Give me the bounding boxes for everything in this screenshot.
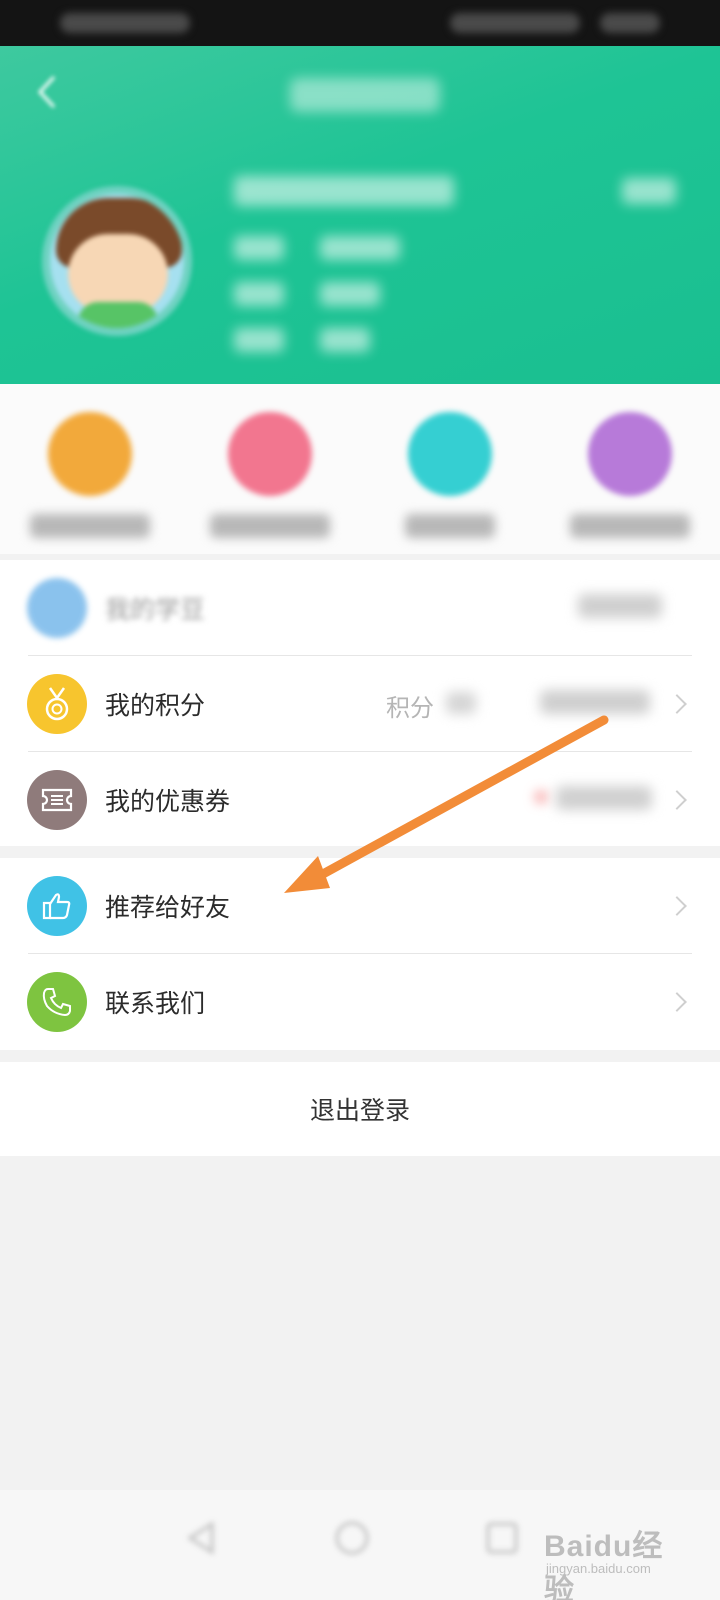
medal-icon bbox=[27, 674, 87, 734]
menu-item-recommend[interactable]: 推荐给好友 bbox=[0, 858, 720, 954]
quick-action-label bbox=[210, 514, 330, 538]
nav-recents-icon[interactable] bbox=[482, 1518, 522, 1558]
edit-link[interactable] bbox=[622, 178, 676, 204]
status-bar bbox=[0, 0, 720, 46]
quick-actions bbox=[0, 384, 720, 554]
menu-group-more: 推荐给好友 联系我们 bbox=[0, 858, 720, 1050]
phone-icon bbox=[27, 972, 87, 1032]
chevron-right-icon bbox=[667, 790, 687, 810]
menu-item-contact[interactable]: 联系我们 bbox=[0, 954, 720, 1050]
page-title bbox=[290, 78, 440, 112]
coin-icon bbox=[27, 578, 87, 638]
watermark-url: jingyan.baidu.com bbox=[546, 1561, 651, 1576]
logout-label: 退出登录 bbox=[309, 1096, 410, 1125]
settings-icon bbox=[588, 412, 672, 496]
orders-icon bbox=[48, 412, 132, 496]
quick-action-favorites[interactable] bbox=[180, 412, 360, 542]
carrier-info bbox=[60, 13, 190, 33]
quick-action-settings[interactable] bbox=[540, 412, 720, 542]
menu-item-beans[interactable]: 我的学豆 bbox=[0, 560, 720, 656]
quick-action-label bbox=[405, 514, 495, 538]
points-link[interactable] bbox=[540, 690, 650, 714]
points-label: 积分 bbox=[386, 694, 434, 722]
info-value bbox=[320, 328, 370, 352]
chevron-right-icon bbox=[667, 992, 687, 1012]
info-value bbox=[320, 282, 380, 306]
logout-button[interactable]: 退出登录 bbox=[0, 1062, 720, 1156]
username bbox=[234, 176, 454, 206]
history-icon bbox=[408, 412, 492, 496]
nav-back-icon[interactable] bbox=[182, 1518, 222, 1558]
info-label bbox=[234, 236, 284, 260]
info-label bbox=[234, 282, 284, 306]
favorites-icon bbox=[228, 412, 312, 496]
quick-action-label bbox=[30, 514, 150, 538]
ticket-icon bbox=[27, 770, 87, 830]
info-value bbox=[320, 236, 400, 260]
chevron-right-icon bbox=[667, 694, 687, 714]
clock bbox=[600, 13, 660, 33]
baidu-watermark: Baidu经验 jingyan.baidu.com bbox=[540, 1515, 690, 1600]
info-label bbox=[234, 328, 284, 352]
nav-home-icon[interactable] bbox=[332, 1518, 372, 1558]
quick-action-orders[interactable] bbox=[0, 412, 180, 542]
quick-action-history[interactable] bbox=[360, 412, 540, 542]
profile-header bbox=[0, 46, 720, 384]
status-icons bbox=[450, 13, 580, 33]
coupon-count bbox=[556, 786, 652, 810]
menu-item-label: 我的积分 bbox=[105, 691, 206, 720]
menu-item-label: 联系我们 bbox=[105, 989, 206, 1018]
avatar[interactable] bbox=[42, 186, 192, 336]
chevron-right-icon bbox=[667, 896, 687, 916]
menu-item-label: 我的优惠券 bbox=[105, 787, 231, 816]
beans-balance bbox=[578, 594, 662, 618]
menu-item-label: 推荐给好友 bbox=[105, 893, 231, 922]
quick-action-label bbox=[570, 514, 690, 538]
menu-item-points[interactable]: 我的积分 积分 bbox=[0, 656, 720, 752]
menu-item-coupons[interactable]: 我的优惠券 bbox=[0, 752, 720, 848]
menu-item-label: 我的学豆 bbox=[105, 595, 206, 624]
back-icon[interactable] bbox=[36, 74, 58, 110]
new-dot bbox=[536, 792, 546, 802]
points-value bbox=[446, 692, 476, 714]
thumbs-up-icon bbox=[27, 876, 87, 936]
menu-group-account: 我的学豆 我的积分 积分 我的优惠券 bbox=[0, 560, 720, 846]
